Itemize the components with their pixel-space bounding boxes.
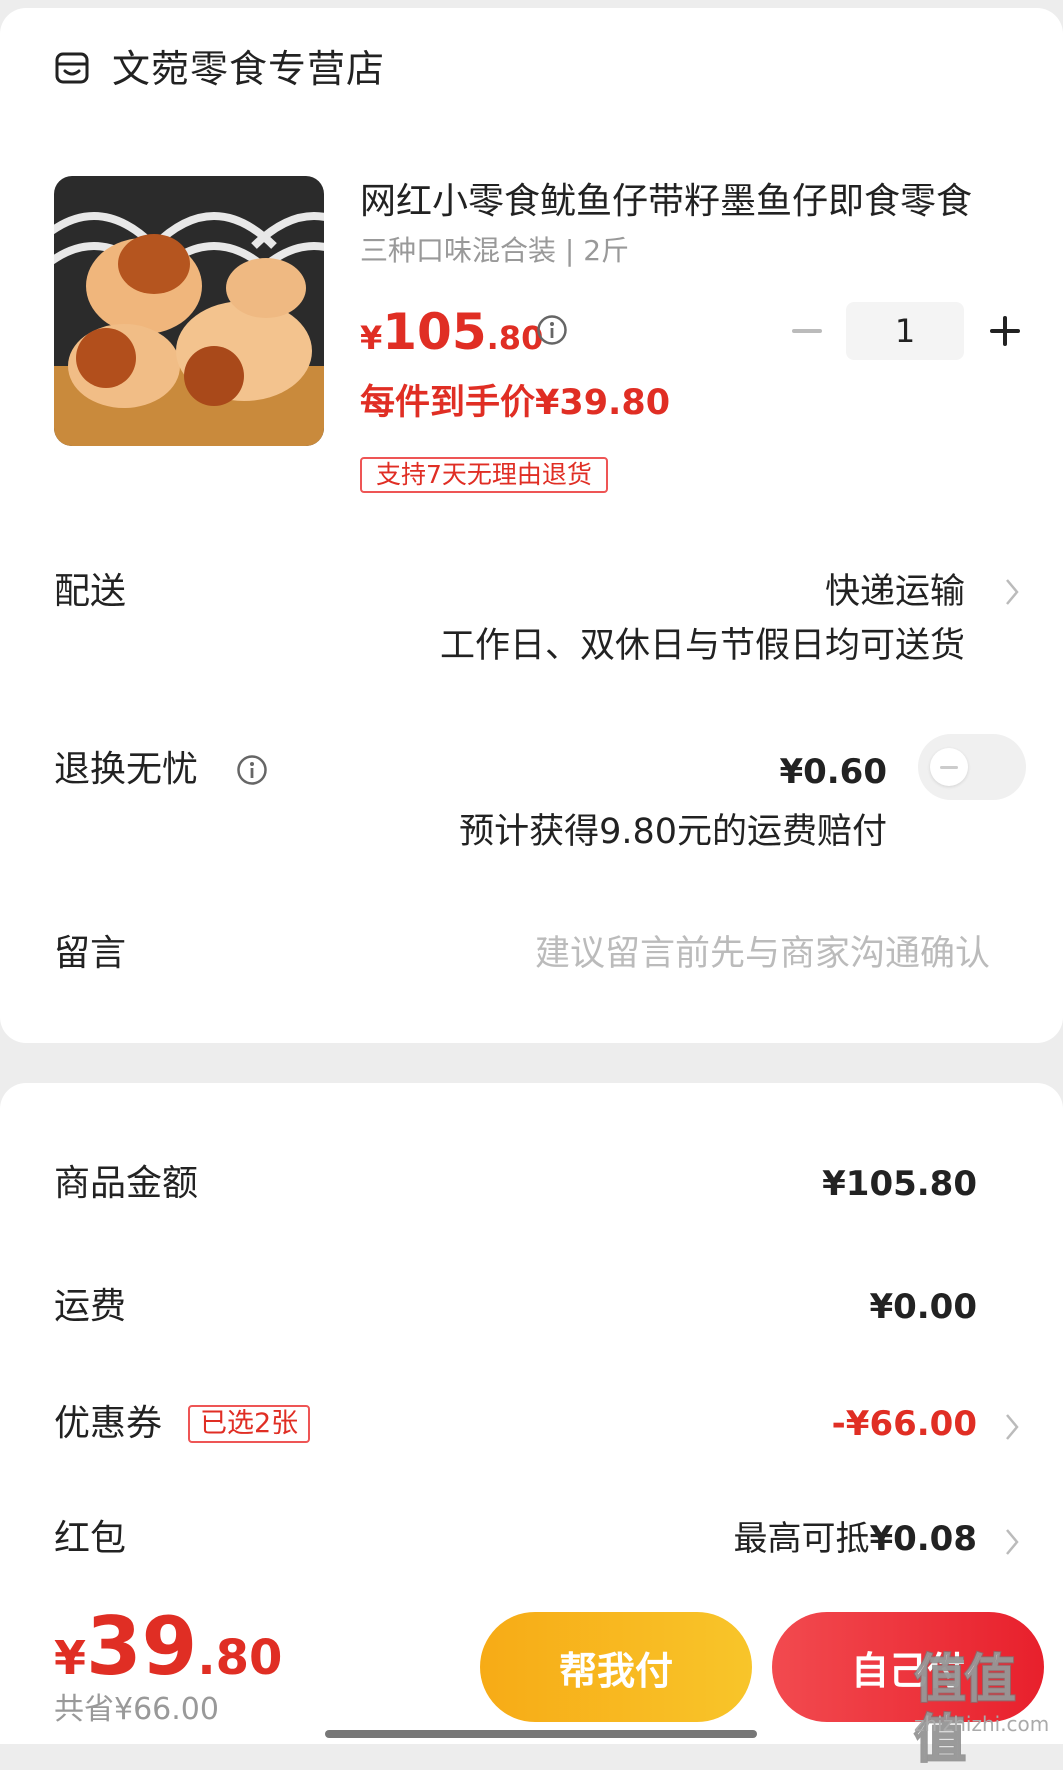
coupon-value[interactable]: -¥66.00 (832, 1400, 977, 1448)
message-label: 留言 (54, 933, 127, 974)
chevron-right-icon[interactable] (1004, 1527, 1020, 1557)
message-input[interactable] (400, 926, 990, 982)
product-spec[interactable]: 三种口味混合装 | 2斤 (360, 232, 629, 270)
redpacket-amount: ¥0.08 (869, 1519, 977, 1559)
chevron-right-icon[interactable] (1004, 1412, 1020, 1442)
product-price: ¥105.80 (360, 302, 543, 374)
quantity-value[interactable]: 1 (846, 302, 964, 360)
delivery-label: 配送 (54, 571, 127, 612)
redpacket-prefix: 最高可抵 (733, 1519, 870, 1559)
toggle-knob (930, 748, 968, 786)
store-name[interactable]: 文菀零食专营店 (112, 44, 385, 94)
home-indicator[interactable] (325, 1730, 757, 1738)
chevron-right-icon[interactable] (1004, 577, 1020, 607)
price-decimal: .80 (486, 319, 544, 357)
shipping-value: ¥0.00 (869, 1287, 977, 1327)
return-insurance-toggle[interactable] (918, 734, 1026, 800)
watermark-logo: 值值值 (913, 1649, 1017, 1770)
price-info-icon[interactable] (536, 314, 568, 346)
goods-amount-value: ¥105.80 (822, 1164, 977, 1204)
price-integer: 105 (382, 303, 487, 361)
minus-icon[interactable] (790, 314, 824, 348)
return-insurance-label: 退换无忧 (54, 749, 199, 790)
delivery-method[interactable]: 快递运输 (825, 568, 965, 616)
redpacket-label: 红包 (54, 1518, 127, 1559)
price-currency: ¥ (360, 319, 383, 357)
delivery-schedule: 工作日、双休日与节假日均可送货 (439, 626, 965, 666)
redpacket-value[interactable]: 最高可抵¥0.08 (733, 1515, 977, 1563)
help-pay-button[interactable]: 帮我付 (480, 1612, 752, 1722)
return-policy-tag: 支持7天无理由退货 (360, 457, 608, 493)
shipping-label: 运费 (54, 1286, 127, 1327)
product-image[interactable] (54, 176, 324, 446)
return-insurance-price: ¥0.60 (779, 752, 887, 792)
plus-icon[interactable] (988, 312, 1022, 350)
store-icon (55, 52, 89, 84)
return-insurance-desc: 预计获得9.80元的运费赔付 (459, 812, 887, 852)
goods-amount-label: 商品金额 (54, 1163, 199, 1204)
coupon-label: 优惠券 (54, 1403, 163, 1444)
total-integer: 39 (86, 1600, 198, 1693)
total-currency: ¥ (54, 1631, 87, 1685)
total-saved: 共省¥66.00 (54, 1692, 219, 1727)
return-info-icon[interactable] (236, 754, 268, 786)
product-title[interactable]: 网红小零食鱿鱼仔带籽墨鱼仔即食零食 (360, 178, 1028, 226)
per-piece-price: 每件到手价¥39.80 (360, 383, 671, 423)
order-card (0, 8, 1063, 1043)
watermark-url: zhizhizhi.com (914, 1712, 1050, 1736)
total-decimal: .80 (197, 1630, 283, 1686)
coupon-selected-badge[interactable]: 已选2张 (188, 1405, 311, 1443)
